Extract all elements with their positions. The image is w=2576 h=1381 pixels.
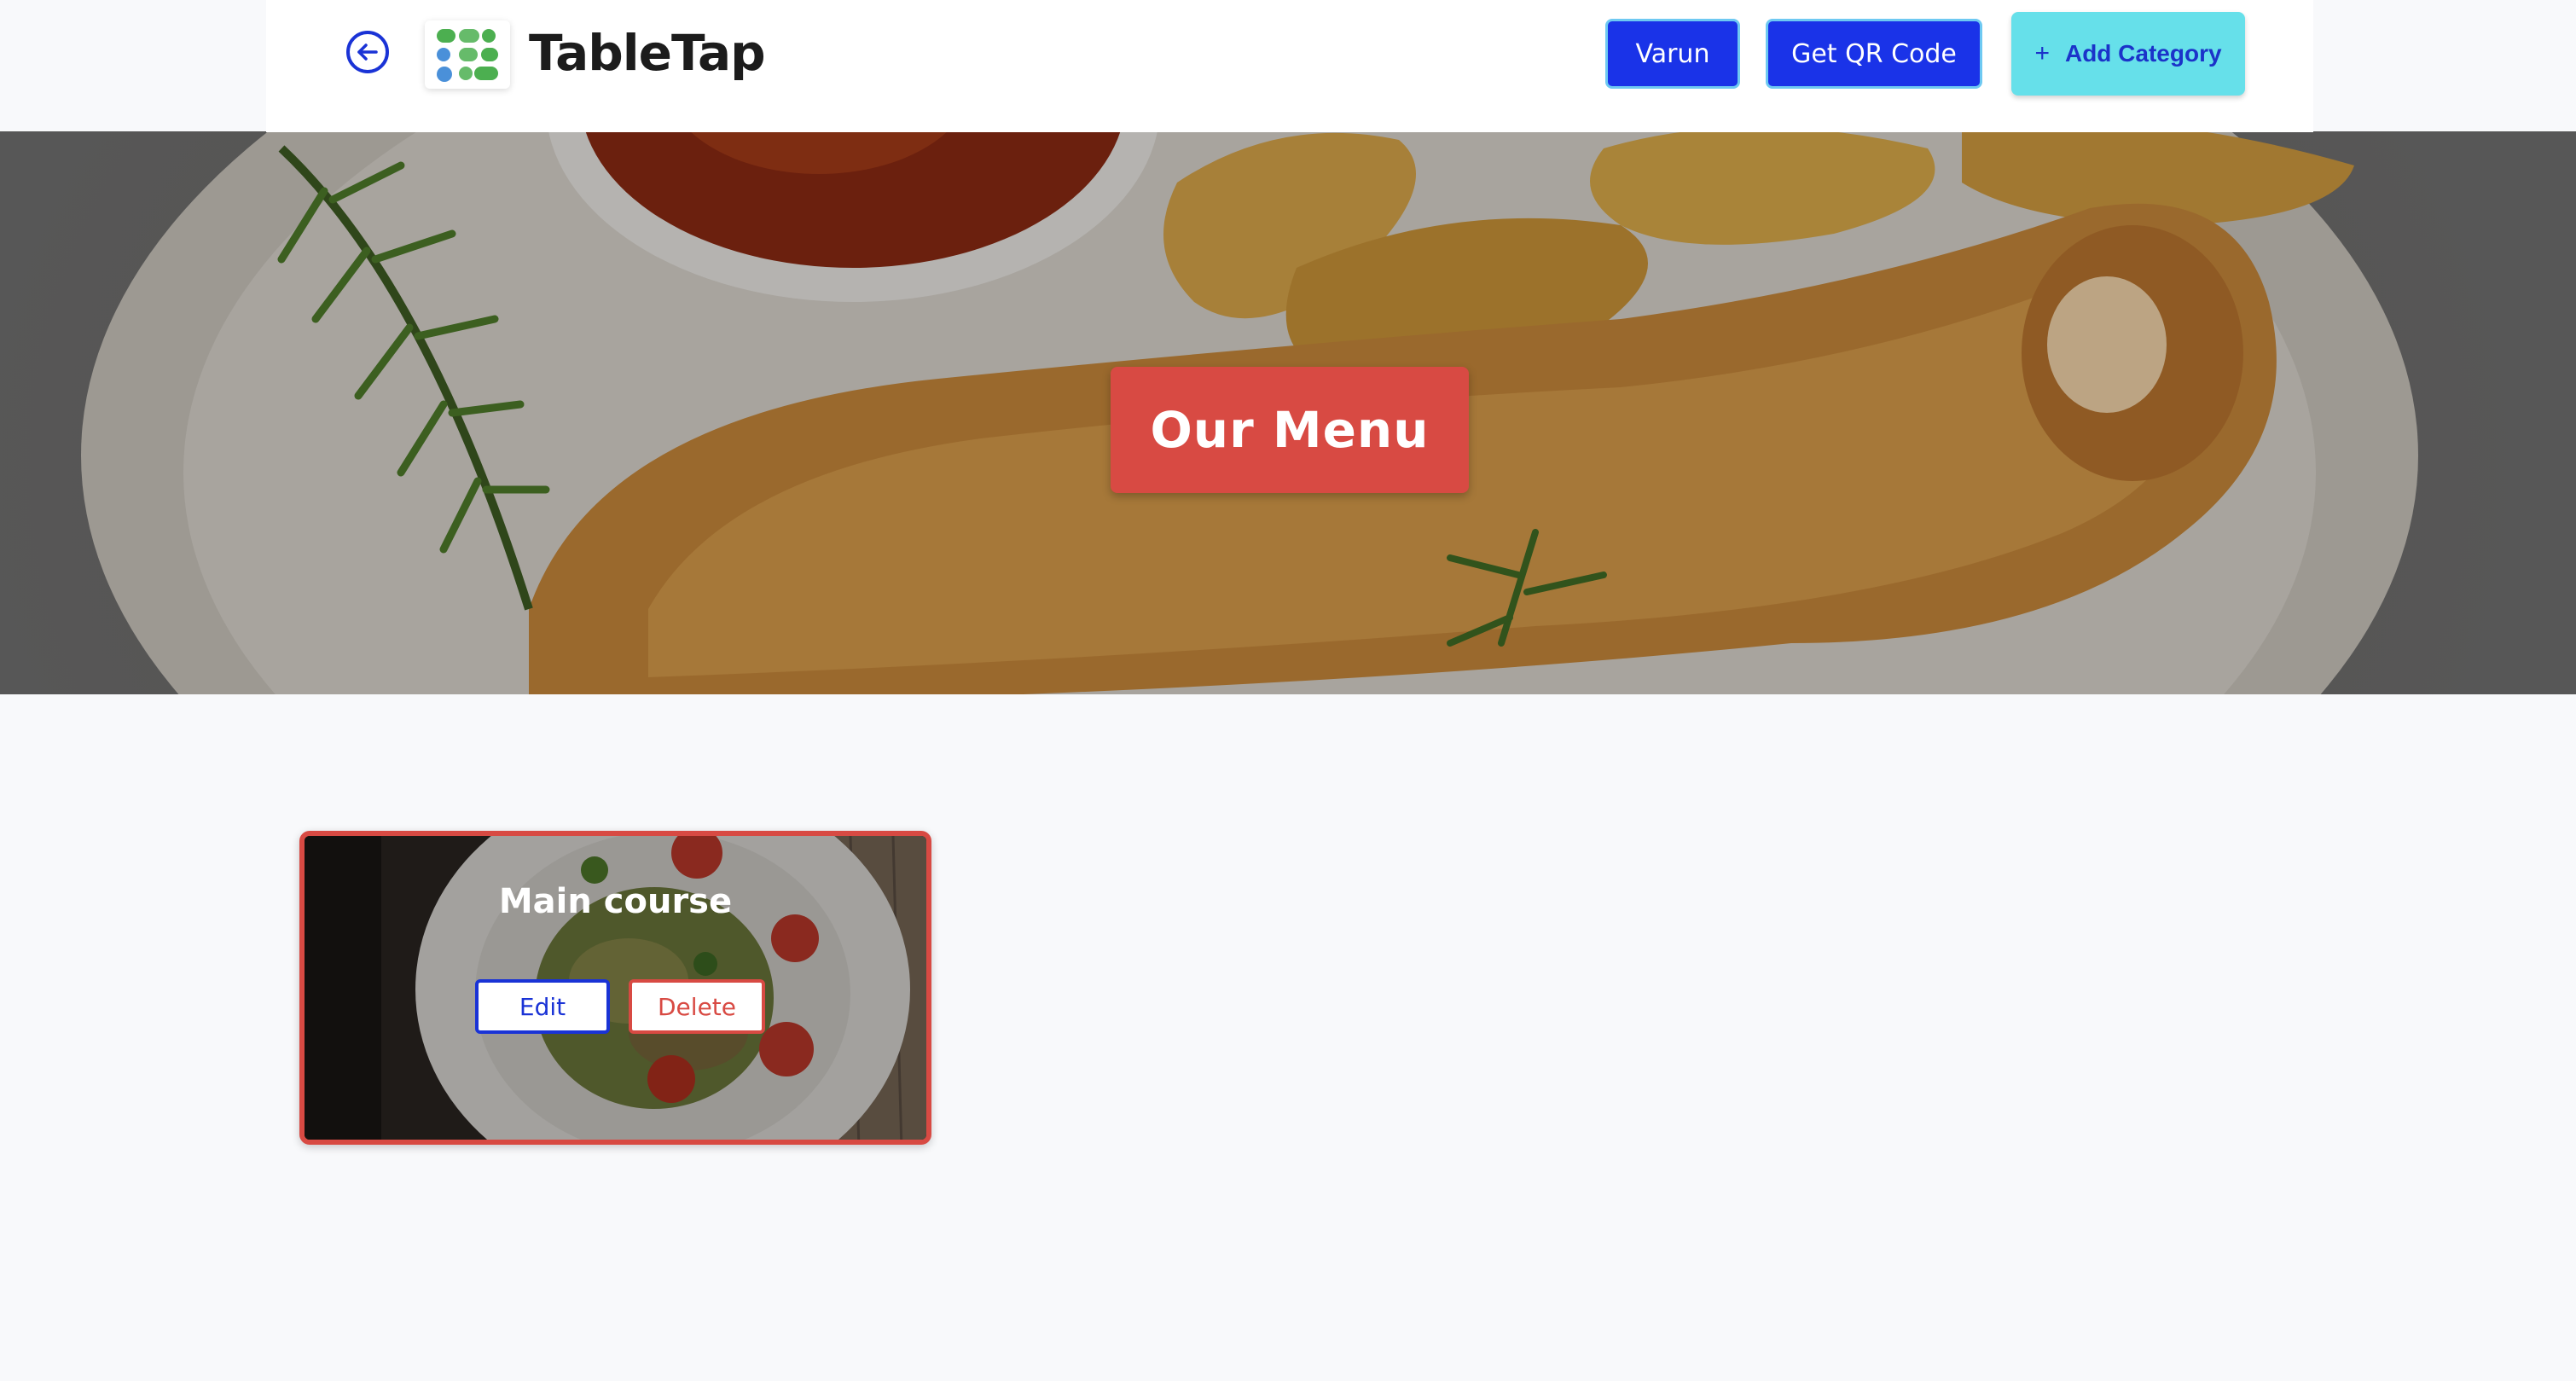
back-button[interactable] [346,31,389,73]
add-category-label: Add Category [2064,40,2222,67]
hero-title-box: Our Menu [1111,367,1469,493]
arrow-left-icon [357,44,378,61]
get-qr-code-button[interactable]: Get QR Code [1766,19,1982,89]
top-header: TableTap Varun Get QR Code + Add Categor… [266,0,2313,132]
tabletap-logo-icon [425,20,510,89]
hero-title: Our Menu [1150,401,1430,459]
brand-name: TableTap [529,24,766,82]
delete-button[interactable]: Delete [629,979,765,1034]
user-button[interactable]: Varun [1605,19,1740,89]
category-name: Main course [498,882,733,921]
hero-banner: Our Menu [0,131,2576,694]
category-card[interactable]: Main course Edit Delete [299,831,931,1145]
plus-icon: + [2034,39,2050,67]
add-category-button[interactable]: + Add Category [2011,12,2245,96]
edit-button[interactable]: Edit [475,979,610,1034]
